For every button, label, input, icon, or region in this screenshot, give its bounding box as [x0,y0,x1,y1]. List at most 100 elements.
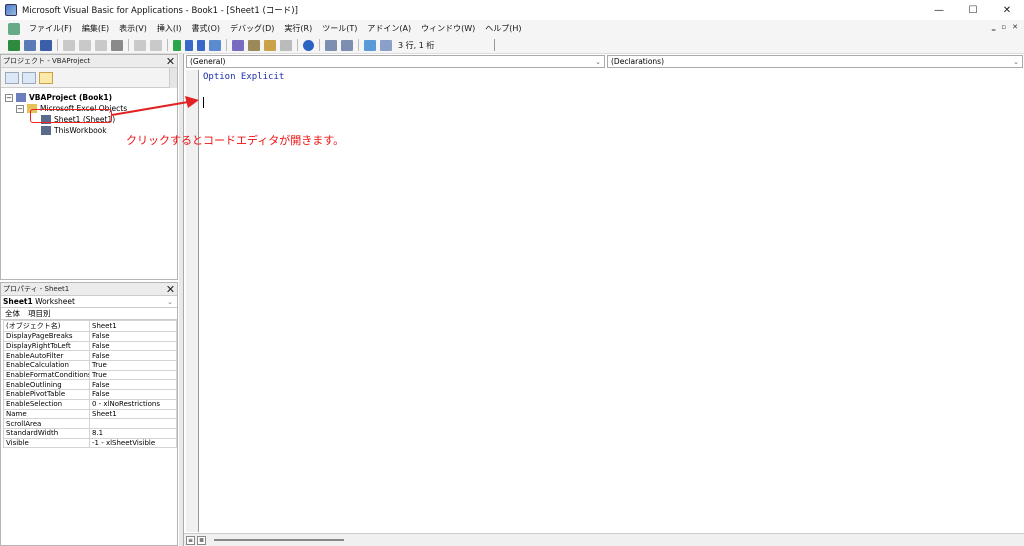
collapse-icon[interactable]: − [5,93,13,102]
comment-block-icon[interactable] [341,39,353,51]
properties-title: プロパティ - Sheet1 [3,285,70,293]
object-select-name: Sheet1 [3,297,33,306]
property-value[interactable]: 8.1 [89,427,177,439]
property-value[interactable]: True [89,360,177,371]
mdi-close-button[interactable]: ✕ [1012,23,1018,31]
property-row[interactable]: EnablePivotTable False [3,389,177,400]
indent-icon[interactable] [325,39,337,51]
reset-icon[interactable] [197,39,205,51]
collapse-icon[interactable]: − [16,104,24,113]
code-window: (General) ⌄ (Declarations) ⌄ Option Expl… [183,54,1024,546]
property-row[interactable]: DisplayRightToLeft False [3,340,177,352]
menu-view[interactable]: 表示(V) [114,23,152,34]
property-value[interactable]: Sheet1 [89,408,177,420]
menu-debug[interactable]: デバッグ(D) [225,23,279,34]
mdi-controls: ‗ ▫ ✕ [992,23,1018,31]
menu-edit[interactable]: 編集(E) [77,23,114,34]
menu-file[interactable]: ファイル(F) [24,23,77,34]
paste-icon[interactable] [95,39,107,51]
property-value[interactable]: True [89,369,177,381]
properties-header: プロパティ - Sheet1 ✕ [1,283,177,296]
menu-addins[interactable]: アドイン(A) [362,23,416,34]
close-button[interactable]: ✕ [990,0,1024,20]
properties-tabs: 全体 項目別 [1,308,177,320]
property-row[interactable]: Name Sheet1 [3,408,177,420]
property-row[interactable]: StandardWidth 8.1 [3,427,177,439]
view-code-icon[interactable] [5,71,19,84]
redo-icon[interactable] [150,39,162,51]
property-row[interactable]: EnableSelection 0 - xlNoRestrictions [3,398,177,410]
property-value[interactable]: False [89,379,177,391]
full-module-view-icon[interactable]: ≣ [197,535,206,545]
property-value[interactable]: False [89,340,177,352]
mdi-restore-button[interactable]: ▫ [1001,23,1006,31]
property-row[interactable]: DisplayPageBreaks False [3,331,177,342]
project-scrollbar[interactable] [169,68,177,88]
property-row[interactable]: Visible -1 - xlSheetVisible [3,437,177,449]
object-combo-value: (General) [190,57,226,66]
copy-icon[interactable] [79,39,91,51]
toolbar-separator [358,39,359,51]
list-properties-icon[interactable] [380,39,392,51]
title-bar: Microsoft Visual Basic for Applications … [0,0,1024,20]
minimize-button[interactable]: — [922,0,956,20]
menu-insert[interactable]: 挿入(I) [152,23,187,34]
find-icon[interactable] [111,39,123,51]
help-icon[interactable] [303,39,314,51]
close-icon[interactable]: ✕ [164,283,177,296]
excel-view-icon[interactable] [8,22,20,35]
property-row[interactable]: EnableAutoFilter False [3,350,177,362]
property-name: Visible [3,437,90,449]
toolbar-grip[interactable] [494,39,500,51]
property-value[interactable]: False [89,389,177,400]
property-value[interactable]: Sheet1 [89,320,177,332]
tab-categorized[interactable]: 項目別 [28,308,51,319]
properties-window-icon[interactable] [248,39,260,51]
undo-icon[interactable] [134,39,146,51]
procedure-combo[interactable]: (Declarations) ⌄ [607,55,1023,68]
property-value[interactable]: False [89,350,177,362]
toolbox-icon[interactable] [280,39,292,51]
view-object-icon[interactable] [22,71,36,84]
property-value[interactable]: False [89,331,177,342]
menu-run[interactable]: 実行(R) [279,23,317,34]
property-row[interactable]: (オブジェクト名) Sheet1 [3,320,177,332]
annotation-text: クリックするとコードエディタが開きます。 [126,134,345,147]
property-row[interactable]: EnableCalculation True [3,360,177,371]
property-value[interactable] [89,418,177,429]
text-caret [203,97,204,108]
tab-alphabetic[interactable]: 全体 [5,308,20,319]
menu-help[interactable]: ヘルプ(H) [480,23,526,34]
cut-icon[interactable] [63,39,75,51]
menu-tools[interactable]: ツール(T) [317,23,362,34]
menu-format[interactable]: 書式(O) [186,23,225,34]
excel-icon[interactable] [8,39,20,51]
design-mode-icon[interactable] [209,39,221,51]
property-row[interactable]: EnableOutlining False [3,379,177,391]
horizontal-scrollbar[interactable] [214,539,344,541]
tree-node-project[interactable]: − VBAProject (Book1) [5,92,177,103]
object-select[interactable]: Sheet1 Worksheet ⌄ [1,296,177,308]
property-row[interactable]: EnableFormatConditionsCalculationTrue [3,369,177,381]
object-combo[interactable]: (General) ⌄ [186,55,605,68]
menu-window[interactable]: ウィンドウ(W) [416,23,480,34]
object-browser-icon[interactable] [264,39,276,51]
toggle-bookmark-icon[interactable] [364,39,376,51]
mdi-minimize-button[interactable]: ‗ [992,23,996,31]
break-icon[interactable] [185,39,193,51]
property-row[interactable]: ScrollArea [3,418,177,429]
property-value[interactable]: 0 - xlNoRestrictions [89,398,177,410]
property-value[interactable]: -1 - xlSheetVisible [89,437,177,449]
tree-node-thisworkbook-label: ThisWorkbook [54,126,107,135]
save-icon[interactable] [40,39,52,51]
toggle-folders-icon[interactable] [39,71,53,84]
insert-module-icon[interactable] [24,39,36,51]
procedure-view-icon[interactable]: ≡ [186,535,195,545]
project-explorer-icon[interactable] [232,39,244,51]
property-name: StandardWidth [3,427,90,439]
maximize-button[interactable]: ☐ [956,0,990,20]
close-icon[interactable]: ✕ [164,55,177,68]
workbook-icon [41,126,51,135]
chevron-down-icon: ⌄ [167,297,173,306]
run-icon[interactable] [173,39,181,51]
